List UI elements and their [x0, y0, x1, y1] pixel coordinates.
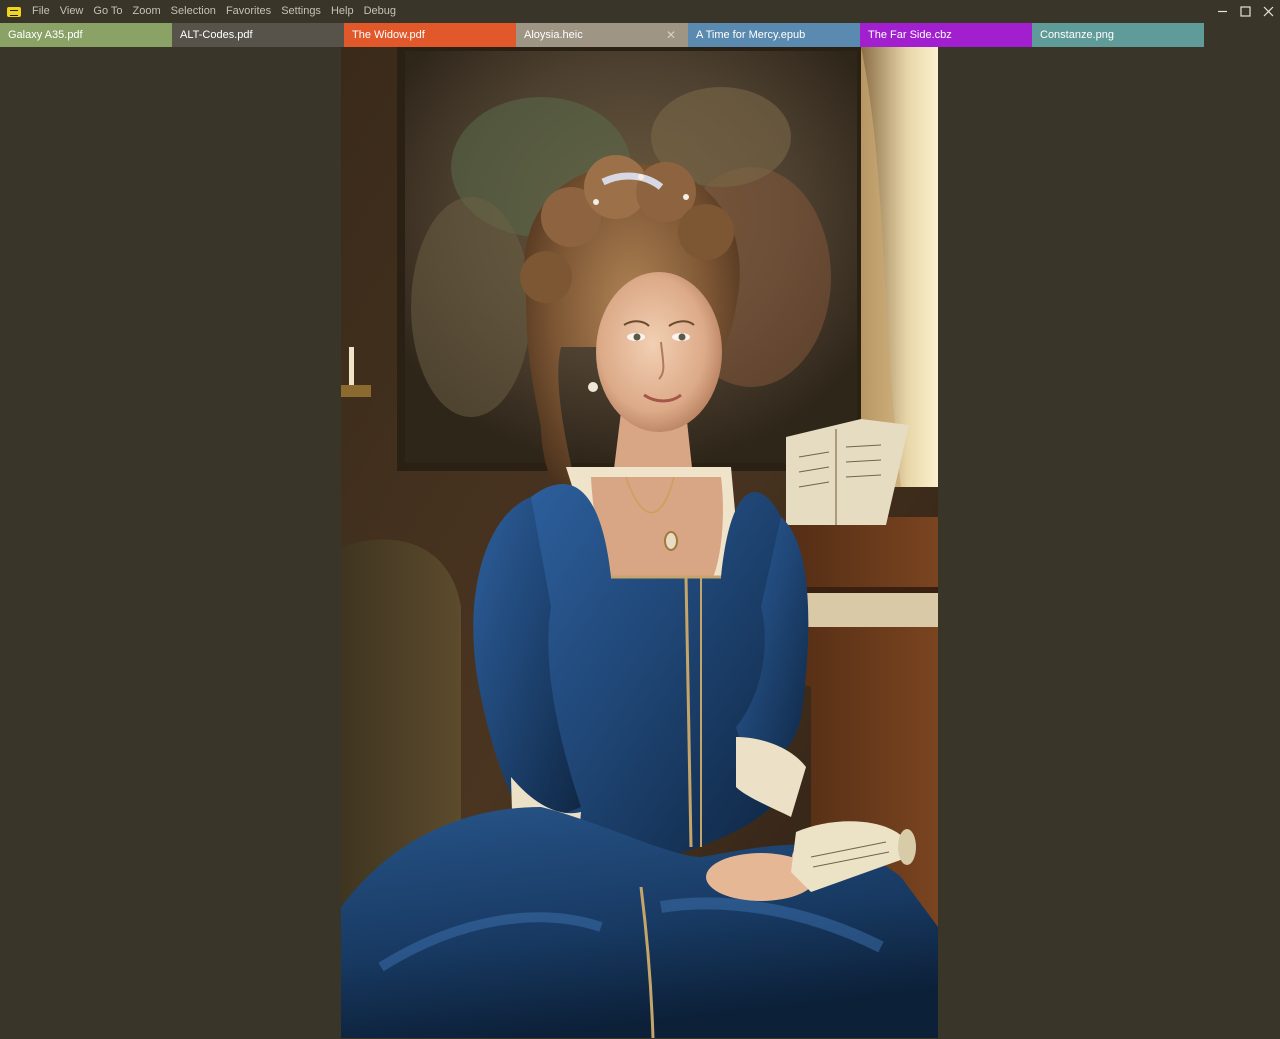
tab-label: A Time for Mercy.epub [696, 29, 806, 41]
tab-label: Aloysia.heic [524, 29, 583, 41]
minimize-icon [1218, 10, 1227, 13]
tab-constanze[interactable]: Constanze.png [1032, 23, 1204, 47]
app-logo-icon[interactable] [7, 6, 21, 17]
portrait-image [341, 47, 938, 1038]
title-bar: File View Go To Zoom Selection Favorites… [0, 0, 1280, 23]
menu-selection[interactable]: Selection [166, 0, 221, 23]
tab-the-widow[interactable]: The Widow.pdf [344, 23, 516, 47]
minimize-button[interactable] [1211, 0, 1234, 23]
close-icon [1263, 6, 1274, 17]
tab-galaxy-a35[interactable]: Galaxy A35.pdf [0, 23, 172, 47]
tab-label: Constanze.png [1040, 29, 1114, 41]
close-window-button[interactable] [1257, 0, 1280, 23]
menu-zoom[interactable]: Zoom [128, 0, 166, 23]
tab-aloysia[interactable]: Aloysia.heic ✕ [516, 23, 688, 47]
tab-alt-codes[interactable]: ALT-Codes.pdf [172, 23, 344, 47]
menu-bar: File View Go To Zoom Selection Favorites… [27, 0, 401, 23]
tab-bar: Galaxy A35.pdf ALT-Codes.pdf The Widow.p… [0, 23, 1280, 47]
menu-view[interactable]: View [55, 0, 89, 23]
tab-label: ALT-Codes.pdf [180, 29, 253, 41]
window-controls [1211, 0, 1280, 23]
maximize-button[interactable] [1234, 0, 1257, 23]
tab-label: Galaxy A35.pdf [8, 29, 83, 41]
tab-close-icon[interactable]: ✕ [666, 23, 676, 47]
tab-label: The Far Side.cbz [868, 29, 952, 41]
menu-go-to[interactable]: Go To [88, 0, 127, 23]
tab-a-time-for-mercy[interactable]: A Time for Mercy.epub [688, 23, 860, 47]
menu-help[interactable]: Help [326, 0, 359, 23]
menu-settings[interactable]: Settings [276, 0, 326, 23]
menu-favorites[interactable]: Favorites [221, 0, 276, 23]
maximize-icon [1240, 6, 1251, 17]
tab-label: The Widow.pdf [352, 29, 425, 41]
tab-the-far-side[interactable]: The Far Side.cbz [860, 23, 1032, 47]
menu-debug[interactable]: Debug [359, 0, 401, 23]
document-view[interactable] [0, 47, 1280, 1039]
menu-file[interactable]: File [27, 0, 55, 23]
